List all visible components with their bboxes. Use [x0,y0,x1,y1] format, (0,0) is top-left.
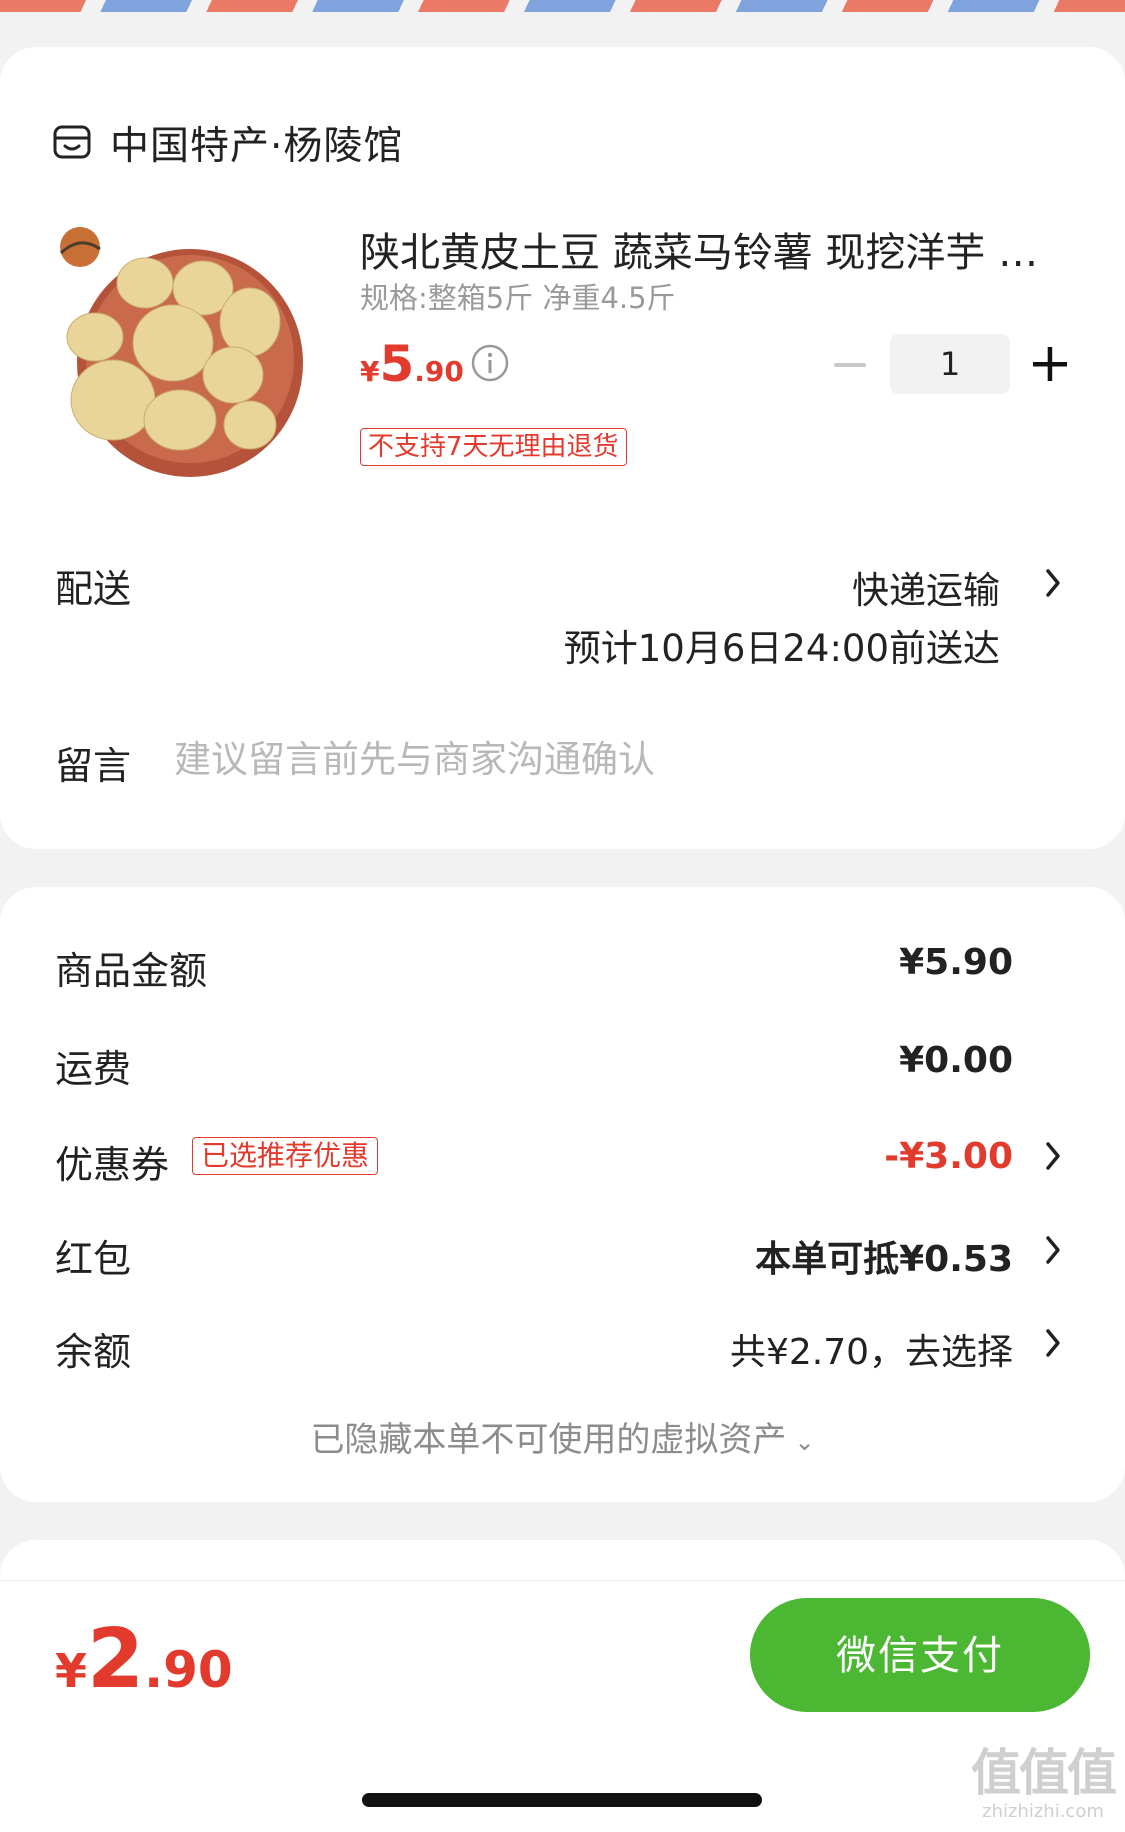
coupon-value[interactable]: -¥3.00 [884,1136,1013,1177]
price-currency: ¥ [360,355,380,388]
shop-icon [53,125,91,159]
product-image[interactable] [55,225,305,483]
shop-header[interactable]: 中国特产·杨陵馆 [52,115,403,171]
total-decimal: .90 [144,1641,233,1699]
product-title[interactable]: 陕北黄皮土豆 蔬菜马铃薯 现挖洋芋 整箱5斤 [360,220,1070,278]
watermark: 值值值 zhizhizhi.com [971,1744,1117,1823]
airmail-stripe [0,0,1125,12]
coupon-recommended-tag: 已选推荐优惠 [192,1137,379,1175]
balance-chevron-right-icon[interactable] [1043,1326,1063,1360]
no-return-tag: 不支持7天无理由退货 [360,428,627,466]
message-label: 留言 [55,744,132,788]
delivery-chevron-right-icon[interactable] [1043,566,1063,600]
home-indicator-area [0,1730,1125,1832]
chevron-down-icon: ⌄ [794,1427,815,1456]
goods-amount-label: 商品金额 [55,949,208,993]
red-packet-chevron-right-icon[interactable] [1043,1233,1063,1267]
message-input[interactable] [172,730,1056,788]
coupon-label: 优惠券 [55,1143,170,1187]
decrease-quantity-button[interactable] [834,363,866,367]
delivery-eta: 预计10月6日24:00前送达 [563,627,1000,670]
price-decimal: .90 [414,355,464,388]
coupon-chevron-right-icon[interactable] [1043,1139,1063,1173]
hidden-assets-text: 已隐藏本单不可使用的虚拟资产 [310,1420,787,1460]
product-spec[interactable]: 规格:整箱5斤 净重4.5斤 [360,275,676,317]
quantity-field[interactable]: 1 [890,334,1010,394]
increase-quantity-button[interactable] [1030,344,1070,384]
shipping-fee-label: 运费 [55,1047,132,1091]
shipping-fee-value: ¥0.00 [899,1040,1013,1081]
delivery-label: 配送 [55,567,132,611]
balance-label: 余额 [55,1330,132,1374]
delivery-method[interactable]: 快递运输 [852,560,1000,614]
watermark-url: zhizhizhi.com [982,1801,1104,1822]
product-price: ¥ 5 .90 [360,335,464,393]
price-integer: 5 [379,335,415,393]
hidden-assets-toggle[interactable]: 已隐藏本单不可使用的虚拟资产 ⌄ [0,1412,1125,1461]
balance-value[interactable]: 共¥2.70，去选择 [730,1323,1013,1375]
total-integer: 2 [87,1612,145,1707]
home-indicator[interactable] [362,1793,762,1807]
info-icon[interactable] [470,343,510,383]
shop-name: 中国特产·杨陵馆 [110,124,404,169]
red-packet-label: 红包 [55,1237,132,1281]
goods-amount-value: ¥5.90 [899,942,1013,983]
total-price: ¥ 2 .90 [55,1612,233,1707]
wechat-pay-button[interactable]: 微信支付 [750,1598,1090,1712]
red-packet-value[interactable]: 本单可抵¥0.53 [755,1230,1013,1282]
watermark-logo: 值值值 [971,1744,1117,1802]
total-currency: ¥ [55,1644,88,1698]
